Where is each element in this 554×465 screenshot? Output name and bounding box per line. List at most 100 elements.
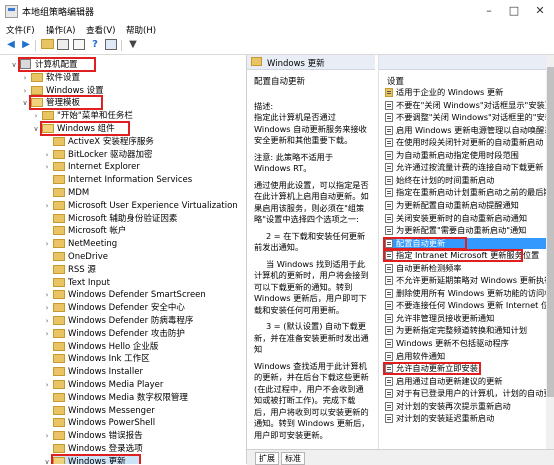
setting-label: 为更新配置自动重新启动提醒通知: [396, 199, 519, 210]
folder-icon: [53, 444, 65, 453]
settings-scrollbar[interactable]: [546, 55, 554, 464]
help-icon[interactable]: ?: [88, 39, 102, 51]
setting-row[interactable]: 允许通过按流量计费的连接自动下载更新: [383, 162, 554, 173]
chevron-right-icon[interactable]: ›: [21, 72, 29, 84]
setting-row[interactable]: 不要连接任何 Windows 更新 Internet 位置: [383, 300, 554, 311]
policy-setting-icon: [385, 175, 393, 185]
settings-scrollbar-thumb[interactable]: [547, 67, 554, 397]
toolbar: ◀ ▶ ? ▼: [0, 37, 554, 55]
option-3-text: 3 = (默认设置) 自动下载更新，并在准备安装更新时发出通知: [254, 321, 369, 354]
setting-label: 指定在重新启动计划重新启动之前的最后期限: [396, 187, 554, 198]
setting-row[interactable]: 在使用时段关闭针对更新的自动重新启动: [383, 137, 554, 148]
chevron-right-icon[interactable]: ›: [43, 238, 51, 250]
chevron-right-icon: [43, 366, 51, 378]
chevron-down-icon[interactable]: ∨: [10, 59, 18, 71]
policy-setting-icon: [385, 288, 393, 298]
maximize-button[interactable]: □: [503, 3, 525, 19]
setting-row[interactable]: 关闭安装更新时的自动重新启动通知: [383, 213, 554, 224]
folder-icon: [53, 175, 65, 185]
chevron-right-icon[interactable]: ›: [43, 430, 51, 442]
highlight-box: [18, 57, 96, 72]
setting-row[interactable]: 为更新配置自动重新启动提醒通知: [383, 200, 554, 211]
setting-row[interactable]: 自动更新检测频率: [383, 263, 554, 274]
folder-icon: [53, 264, 65, 274]
setting-row[interactable]: 对计划的安装再次提示重新启动: [383, 401, 554, 412]
policy-setting-icon: [385, 313, 393, 323]
chevron-right-icon[interactable]: ›: [32, 110, 40, 122]
folder-icon: [53, 316, 65, 325]
policy-setting-icon: [385, 125, 393, 135]
setting-row[interactable]: 不要调整"关闭 Windows"对话框里的"安装更: [383, 112, 554, 123]
tree-item-label: RSS 源: [68, 264, 96, 275]
close-button[interactable]: ✕: [529, 3, 551, 19]
menu-bar: 文件(F) 操作(A) 查看(V) 帮助(H): [0, 22, 554, 37]
setting-row[interactable]: 启用通过自动更新建议的更新: [383, 376, 554, 387]
chevron-right-icon[interactable]: ›: [43, 200, 51, 212]
properties-icon[interactable]: [72, 39, 86, 51]
chevron-down-icon[interactable]: ∨: [32, 123, 40, 135]
chevron-right-icon: [43, 277, 51, 289]
setting-row[interactable]: 不允许更新延期策略对 Windows 更新执行扫: [383, 275, 554, 286]
setting-row[interactable]: 适用于企业的 Windows 更新: [383, 87, 554, 98]
chevron-right-icon[interactable]: ›: [43, 149, 51, 161]
menu-action[interactable]: 操作(A): [46, 24, 75, 36]
setting-row[interactable]: 为更新指定完整频道转换和通知计划: [383, 325, 554, 336]
chevron-right-icon[interactable]: ›: [43, 379, 51, 391]
setting-row[interactable]: Windows 更新不包括驱动程序: [383, 338, 554, 349]
back-arrow-icon[interactable]: ◀: [4, 39, 18, 51]
folder-icon: [53, 354, 65, 364]
tree-item-label: BitLocker 驱动器加密: [68, 149, 153, 160]
title-bar: 本地组策略编辑器 – □ ✕: [0, 0, 554, 23]
tab-extended[interactable]: 扩展: [255, 452, 279, 465]
highlight-box: [383, 236, 467, 250]
show-hide-tree-icon[interactable]: [56, 39, 70, 51]
menu-file[interactable]: 文件(F): [6, 24, 35, 36]
menu-help[interactable]: 帮助(H): [126, 24, 156, 36]
console-view-icon[interactable]: [104, 39, 118, 51]
chevron-right-icon[interactable]: ›: [43, 328, 51, 340]
highlight-box: [40, 121, 130, 136]
policy-setting-icon: [385, 263, 393, 273]
highlight-box: [51, 453, 141, 464]
policy-setting-icon: [385, 200, 393, 210]
chevron-right-icon[interactable]: ›: [43, 315, 51, 327]
menu-view[interactable]: 查看(V): [86, 24, 115, 36]
setting-row[interactable]: 指定在重新启动计划重新启动之前的最后期限: [383, 187, 554, 198]
setting-row[interactable]: 启用 Windows 更新电源管理以自动唤醒系统: [383, 125, 554, 136]
setting-row[interactable]: 始终在计划的时间重新启动: [383, 175, 554, 186]
chevron-down-icon[interactable]: ∨: [43, 456, 51, 464]
chevron-right-icon[interactable]: ›: [43, 302, 51, 314]
tree-item-label: Microsoft User Experience Virtualization: [68, 200, 238, 211]
chevron-right-icon: [43, 417, 51, 429]
minimize-button[interactable]: –: [478, 3, 500, 19]
tree-item-label: MDM: [68, 188, 90, 198]
tab-standard[interactable]: 标准: [281, 452, 305, 465]
tree-item-label: Windows Defender 攻击防护: [68, 328, 185, 339]
folder-icon: [53, 239, 65, 249]
setting-row[interactable]: 对于有已登录用户的计算机，计划的自动更新: [383, 388, 554, 399]
policy-setting-icon: [385, 326, 393, 336]
chevron-right-icon[interactable]: ›: [21, 85, 29, 97]
tree-item-label: Internet Information Services: [68, 175, 193, 186]
folder-icon: [53, 341, 65, 351]
up-folder-icon[interactable]: [40, 39, 54, 51]
setting-row[interactable]: 为自动重新启动指定使用时段范围: [383, 150, 554, 161]
tree-item-label: Windows Messenger: [68, 405, 155, 416]
filter-icon[interactable]: ▼: [126, 39, 140, 51]
settings-column-header[interactable]: 设置: [387, 75, 404, 87]
policy-setting-icon: [385, 226, 393, 236]
setting-row[interactable]: 删除使用所有 Windows 更新功能的访问权限: [383, 288, 554, 299]
setting-row[interactable]: 不要在"关闭 Windows"对话框显示"安装更新: [383, 100, 554, 111]
setting-row[interactable]: 为更新配置"需要自动重新启动"通知: [383, 225, 554, 236]
tree-item-label: Windows Media Player: [68, 380, 164, 390]
chevron-down-icon[interactable]: ∨: [21, 97, 29, 109]
chevron-right-icon[interactable]: ›: [43, 161, 51, 173]
chevron-right-icon[interactable]: ›: [43, 289, 51, 301]
forward-arrow-icon[interactable]: ▶: [19, 39, 33, 51]
setting-label: 不要在"关闭 Windows"对话框显示"安装更新: [396, 99, 554, 110]
setting-row[interactable]: 允许非管理员接收更新通知: [383, 313, 554, 324]
setting-row[interactable]: 启用软件通知: [383, 351, 554, 362]
policy-title: 配置自动更新: [254, 77, 306, 87]
option-2-text: 2 = 在下载和安装任何更新前发出通知。: [254, 230, 366, 253]
setting-row[interactable]: 对计划的安装延迟重新启动: [383, 413, 554, 424]
